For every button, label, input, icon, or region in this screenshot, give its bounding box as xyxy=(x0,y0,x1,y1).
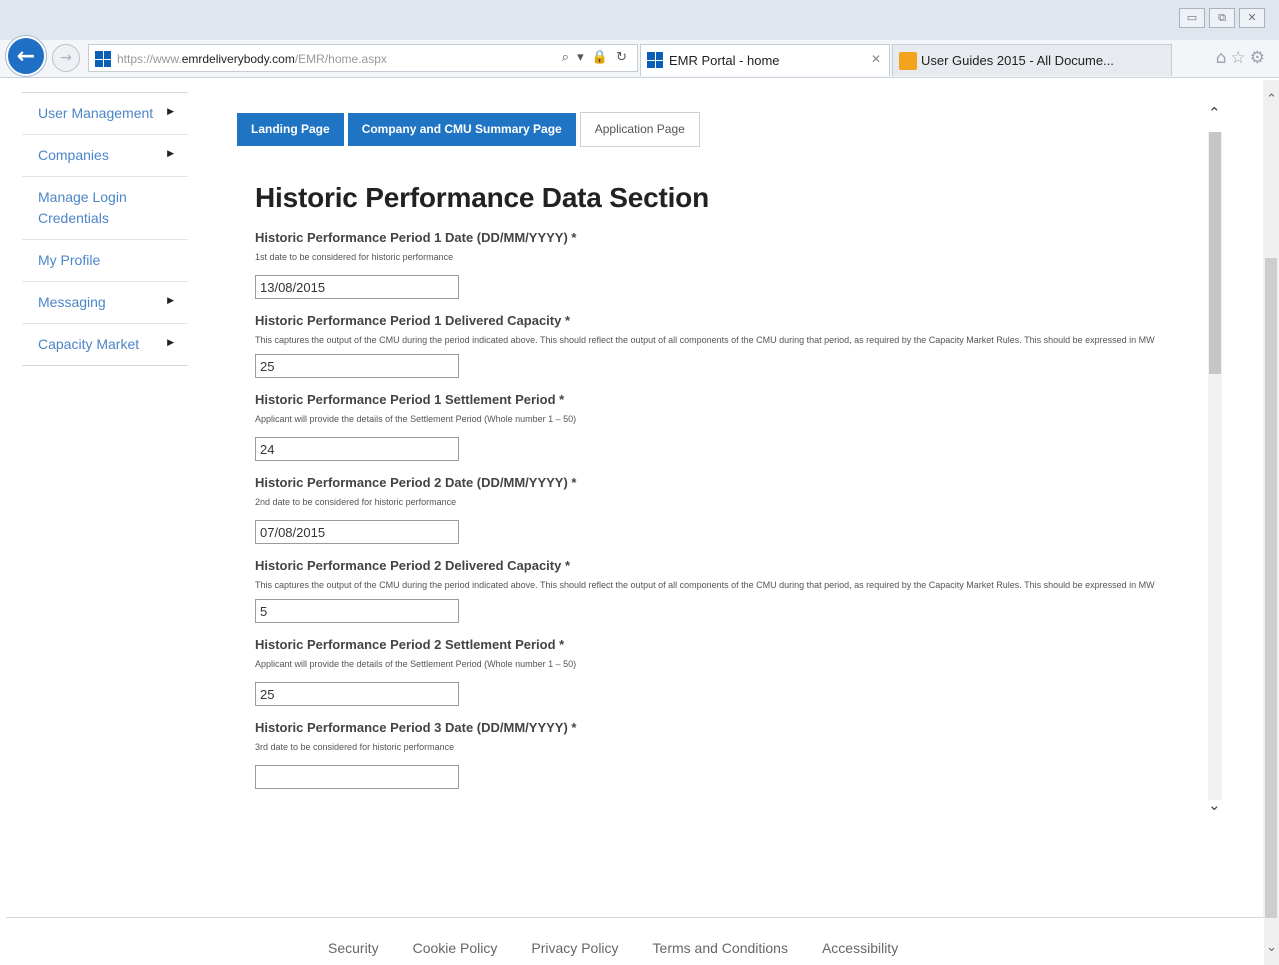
field-help: This captures the output of the CMU duri… xyxy=(255,335,1155,345)
sidebar-item-label: My Profile xyxy=(38,252,101,268)
address-tools-icon[interactable]: ⌕ ▾ 🔒 ↻ xyxy=(562,50,629,65)
field-help: This captures the output of the CMU duri… xyxy=(255,580,1155,590)
field-help: Applicant will provide the details of th… xyxy=(255,659,577,669)
footer-link-terms[interactable]: Terms and Conditions xyxy=(653,940,788,956)
sidebar-item-my-profile[interactable]: My Profile xyxy=(22,240,188,282)
scroll-down-icon[interactable]: ⌄ xyxy=(1208,796,1221,814)
forward-arrow-icon[interactable]: → xyxy=(52,44,80,72)
close-window-icon[interactable]: ✕ xyxy=(1239,8,1265,28)
folder-favicon-icon xyxy=(899,52,917,70)
tab-label: User Guides 2015 - All Docume... xyxy=(921,53,1114,68)
period-3-date-input[interactable] xyxy=(255,765,459,789)
field-label: Historic Performance Period 1 Delivered … xyxy=(255,313,571,328)
form-field: Historic Performance Period 2 Date (DD/M… xyxy=(255,475,1195,544)
period-1-settlement-input[interactable] xyxy=(255,437,459,461)
field-label: Historic Performance Period 1 Date (DD/M… xyxy=(255,230,577,245)
site-favicon-icon xyxy=(95,51,111,67)
footer: Security Cookie Policy Privacy Policy Te… xyxy=(6,917,1264,965)
browser-tab-emr-portal[interactable]: EMR Portal - home ✕ xyxy=(640,44,890,76)
main-content: Historic Performance Data Section Histor… xyxy=(255,170,1195,830)
form-field: Historic Performance Period 3 Date (DD/M… xyxy=(255,720,1195,789)
sidebar-item-companies[interactable]: Companies ▶ xyxy=(22,135,188,177)
footer-link-security[interactable]: Security xyxy=(328,940,379,956)
tab-landing-page[interactable]: Landing Page xyxy=(237,113,344,146)
url-path: /EMR/home.aspx xyxy=(294,52,387,66)
submenu-arrow-icon: ▶ xyxy=(167,148,174,159)
footer-links: Security Cookie Policy Privacy Policy Te… xyxy=(328,940,898,956)
field-help: 2nd date to be considered for historic p… xyxy=(255,497,457,507)
sidebar-item-messaging[interactable]: Messaging ▶ xyxy=(22,282,188,324)
tab-label: EMR Portal - home xyxy=(669,53,780,68)
period-2-settlement-input[interactable] xyxy=(255,682,459,706)
sidebar: User Management ▶ Companies ▶ Manage Log… xyxy=(22,92,188,366)
form-field: Historic Performance Period 1 Delivered … xyxy=(255,313,1195,378)
tab-favicon-icon xyxy=(647,52,663,68)
form-field: Historic Performance Period 1 Date (DD/M… xyxy=(255,230,1195,299)
form-field: Historic Performance Period 2 Delivered … xyxy=(255,558,1195,623)
field-label: Historic Performance Period 3 Date (DD/M… xyxy=(255,720,577,735)
field-label: Historic Performance Period 2 Date (DD/M… xyxy=(255,475,577,490)
footer-link-privacy-policy[interactable]: Privacy Policy xyxy=(531,940,618,956)
period-2-date-input[interactable] xyxy=(255,520,459,544)
tab-company-cmu-summary[interactable]: Company and CMU Summary Page xyxy=(347,113,576,146)
submenu-arrow-icon: ▶ xyxy=(167,295,174,306)
period-2-capacity-input[interactable] xyxy=(255,599,459,623)
period-1-date-input[interactable] xyxy=(255,275,459,299)
sidebar-item-label: Messaging xyxy=(38,294,106,310)
url-domain: emrdeliverybody.com xyxy=(181,52,295,66)
field-label: Historic Performance Period 1 Settlement… xyxy=(255,392,565,407)
window-scroll-thumb[interactable] xyxy=(1265,258,1277,918)
period-1-capacity-input[interactable] xyxy=(255,354,459,378)
browser-titlebar: ▭ ⧉ ✕ xyxy=(0,0,1279,40)
address-bar[interactable]: https://www.emrdeliverybody.com/EMR/home… xyxy=(88,44,638,72)
sidebar-item-user-management[interactable]: User Management ▶ xyxy=(22,93,188,135)
browser-icons: ⌂☆⚙ xyxy=(1216,48,1269,68)
restore-icon[interactable]: ⧉ xyxy=(1209,8,1235,28)
star-icon[interactable]: ☆ xyxy=(1231,48,1250,68)
window-scroll-up-icon[interactable]: ⌃ xyxy=(1266,92,1277,107)
form-field: Historic Performance Period 2 Settlement… xyxy=(255,637,1195,706)
minimize-icon[interactable]: ▭ xyxy=(1179,8,1205,28)
scroll-thumb[interactable] xyxy=(1209,132,1221,374)
form-field: Historic Performance Period 1 Settlement… xyxy=(255,392,1195,461)
sidebar-item-label: Manage Login Credentials xyxy=(38,189,127,226)
field-help: 1st date to be considered for historic p… xyxy=(255,252,454,262)
content-scrollbar[interactable]: ⌃ ⌄ xyxy=(1204,96,1226,831)
browser-tab-user-guides[interactable]: User Guides 2015 - All Docume... xyxy=(892,44,1172,76)
field-label: Historic Performance Period 2 Delivered … xyxy=(255,558,571,573)
footer-link-cookie-policy[interactable]: Cookie Policy xyxy=(413,940,498,956)
field-label: Historic Performance Period 2 Settlement… xyxy=(255,637,565,652)
sidebar-item-capacity-market[interactable]: Capacity Market ▶ xyxy=(22,324,188,365)
window-scroll-down-icon[interactable]: ⌄ xyxy=(1266,940,1277,955)
sidebar-item-label: User Management xyxy=(38,105,154,121)
sidebar-item-label: Companies xyxy=(38,147,109,163)
sidebar-item-label: Capacity Market xyxy=(38,336,140,352)
window-controls: ▭ ⧉ ✕ xyxy=(1179,8,1265,28)
submenu-arrow-icon: ▶ xyxy=(167,337,174,348)
back-arrow-icon[interactable]: ← xyxy=(6,36,46,76)
address-url[interactable]: https://www.emrdeliverybody.com/EMR/home… xyxy=(117,52,387,66)
tab-application-page[interactable]: Application Page xyxy=(579,112,700,147)
sidebar-item-manage-login-credentials[interactable]: Manage Login Credentials xyxy=(22,177,188,240)
settings-icon[interactable]: ⚙ xyxy=(1250,48,1269,68)
submenu-arrow-icon: ▶ xyxy=(167,106,174,117)
field-help: Applicant will provide the details of th… xyxy=(255,414,577,424)
field-help: 3rd date to be considered for historic p… xyxy=(255,742,455,752)
page-tabs: Landing Page Company and CMU Summary Pag… xyxy=(237,112,700,147)
footer-link-accessibility[interactable]: Accessibility xyxy=(822,940,898,956)
close-tab-icon[interactable]: ✕ xyxy=(871,52,881,66)
page-title: Historic Performance Data Section xyxy=(255,182,709,213)
home-icon[interactable]: ⌂ xyxy=(1216,48,1231,68)
url-prefix: https://www. xyxy=(117,52,182,66)
scroll-up-icon[interactable]: ⌃ xyxy=(1208,104,1221,122)
